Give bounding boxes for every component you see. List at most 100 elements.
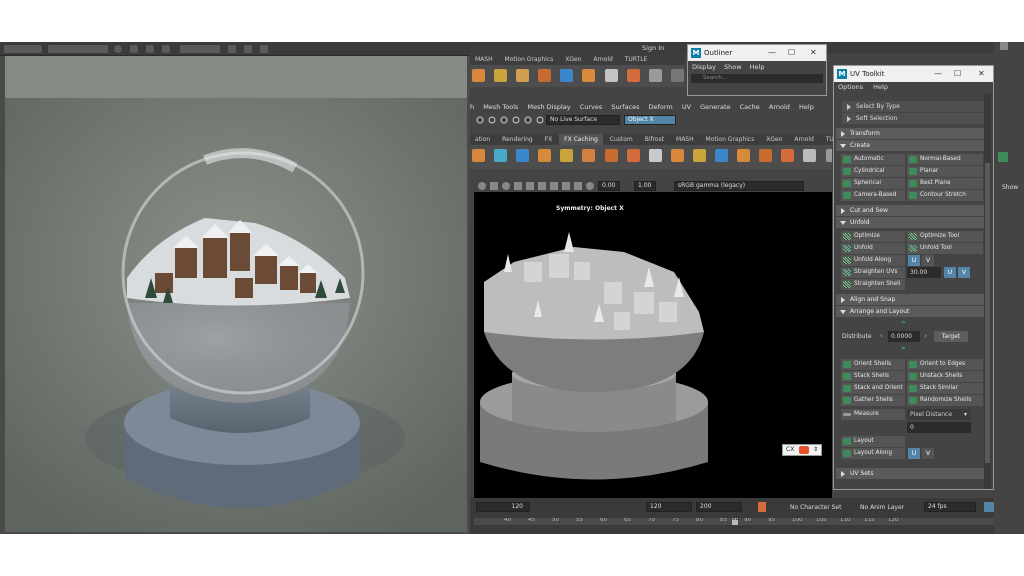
unfold-section[interactable]: Unfold — [836, 217, 984, 228]
unfold-along-u-toggle[interactable]: U — [908, 255, 920, 266]
render-toolbar-field[interactable] — [4, 45, 42, 53]
straighten-uvs-button[interactable]: Straighten UVs — [841, 267, 905, 278]
menu-item[interactable]: Arnold — [769, 101, 790, 113]
outliner-search-input[interactable]: Search... — [691, 74, 823, 83]
outliner-menu-item[interactable]: Show — [724, 63, 742, 71]
close-icon[interactable]: ✕ — [978, 66, 985, 82]
shelf-tab[interactable]: Motion Graphics — [500, 54, 559, 65]
menu-item[interactable]: h — [470, 101, 474, 113]
shelf-tool-icon[interactable] — [538, 69, 552, 82]
menu-item[interactable]: Surfaces — [611, 101, 639, 113]
gather-shells-button[interactable]: Gather Shells — [841, 395, 905, 406]
viewport-icon[interactable] — [490, 182, 498, 190]
anim-end-field[interactable]: 200 — [696, 502, 742, 512]
straighten-u-toggle[interactable]: U — [944, 267, 956, 278]
orient-to-edges-button[interactable]: Orient to Edges — [907, 359, 983, 370]
stack-and-orient-button[interactable]: Stack and Orient — [841, 383, 905, 394]
menu-item[interactable]: Generate — [700, 101, 730, 113]
shelf-tab[interactable]: XGen — [761, 134, 787, 145]
transform-section[interactable]: Transform — [836, 128, 984, 139]
measure-button[interactable]: Measure — [841, 409, 905, 420]
minimize-icon[interactable]: — — [768, 45, 776, 61]
render-toolbar-icon[interactable] — [130, 45, 138, 53]
spherical-button[interactable]: Spherical — [841, 178, 905, 189]
stack-shells-button[interactable]: Stack Shells — [841, 371, 905, 382]
character-set-select[interactable]: No Character Set — [790, 504, 841, 511]
shelf-tool-icon[interactable] — [626, 149, 640, 162]
chevron-down-icon[interactable]: ⌄ — [900, 343, 907, 351]
unfold-along-button[interactable]: Unfold Along — [841, 255, 905, 266]
layout-along-v-toggle[interactable]: V — [922, 448, 934, 459]
cx-widget[interactable]: CX ⇕ — [782, 444, 822, 456]
shelf-tool-icon[interactable] — [472, 69, 485, 82]
shelf-tab[interactable]: XGen — [560, 54, 586, 65]
shelf-tool-icon[interactable] — [998, 152, 1008, 162]
loop-icon[interactable] — [984, 502, 994, 512]
best-plane-button[interactable]: Best Plane — [907, 178, 983, 189]
optimize-button[interactable]: Optimize — [841, 231, 905, 242]
maximize-icon[interactable]: ☐ — [788, 45, 795, 61]
live-surface-field[interactable]: No Live Surface — [546, 115, 620, 125]
layout-along-u-toggle[interactable]: U — [908, 448, 920, 459]
measure-value-field[interactable]: 0 — [907, 422, 971, 433]
shelf-tool-icon[interactable] — [582, 69, 596, 82]
minimize-icon[interactable]: — — [934, 66, 942, 82]
unfold-button[interactable]: Unfold — [841, 243, 905, 254]
viewport-icon[interactable] — [562, 182, 570, 190]
shelf-tool-icon[interactable] — [516, 149, 530, 162]
shelf-tool-icon[interactable] — [582, 149, 596, 162]
stack-similar-button[interactable]: Stack Similar — [907, 383, 983, 394]
shelf-tool-icon[interactable] — [692, 149, 706, 162]
shelf-tool-icon[interactable] — [626, 69, 640, 82]
uv-sets-section[interactable]: UV Sets — [836, 468, 984, 479]
close-icon[interactable]: ✕ — [810, 45, 817, 61]
render-toolbar-icon[interactable] — [260, 45, 268, 53]
unstack-shells-button[interactable]: Unstack Shells — [907, 371, 983, 382]
shelf-tool-icon[interactable] — [494, 149, 508, 162]
panel-icon[interactable] — [1000, 42, 1008, 50]
shelf-tool-icon[interactable] — [516, 69, 530, 82]
menu-item[interactable]: Mesh Display — [527, 101, 570, 113]
shelf-tool-icon[interactable] — [825, 149, 832, 162]
align-and-snap-section[interactable]: Align and Snap — [836, 294, 984, 305]
render-toolbar-icon[interactable] — [162, 45, 170, 53]
shelf-tool-icon[interactable] — [759, 149, 773, 162]
shelf-tab[interactable]: TURTLE — [620, 54, 653, 65]
layout-button[interactable]: Layout — [841, 436, 905, 447]
target-button[interactable]: Target — [934, 331, 968, 342]
shelf-tab[interactable]: FX — [540, 134, 558, 145]
outliner-titlebar[interactable]: M Outliner — ☐ ✕ — [688, 45, 826, 61]
viewport-icon[interactable] — [538, 182, 546, 190]
chevron-left-icon[interactable]: ‹ — [880, 332, 883, 340]
arrange-and-layout-section[interactable]: Arrange and Layout — [836, 306, 984, 317]
render-toolbar-icon[interactable] — [228, 45, 236, 53]
shelf-tool-icon[interactable] — [781, 149, 795, 162]
menu-item[interactable]: UV — [682, 101, 691, 113]
menu-item[interactable]: Curves — [580, 101, 603, 113]
anim-layer-select[interactable]: No Anim Layer — [860, 504, 904, 511]
render-toolbar-field[interactable] — [180, 45, 220, 53]
measure-mode-select[interactable]: Pixel Distance — [907, 409, 971, 420]
render-toolbar-field[interactable] — [48, 45, 108, 53]
planar-button[interactable]: Planar — [907, 166, 983, 177]
layout-along-button[interactable]: Layout Along — [841, 448, 905, 459]
unfold-tool-button[interactable]: Unfold Tool — [907, 243, 983, 254]
chevron-down-icon[interactable]: ▾ — [964, 411, 967, 418]
cx-spin-icon[interactable]: ⇕ — [813, 445, 818, 455]
shelf-tool-icon[interactable] — [560, 69, 574, 82]
snap-icons[interactable] — [474, 114, 544, 127]
uv-toolkit-scrollbar[interactable] — [984, 93, 991, 489]
menu-item[interactable]: Cache — [740, 101, 760, 113]
soft-selection-section[interactable]: Soft Selection — [842, 113, 984, 124]
uv-menu-item[interactable]: Help — [873, 83, 888, 91]
shelf-tool-icon[interactable] — [737, 149, 751, 162]
shelf-tool-icon[interactable] — [560, 149, 574, 162]
shelf-tab[interactable]: MASH — [470, 54, 498, 65]
shelf-tool-icon[interactable] — [538, 149, 552, 162]
cylindrical-button[interactable]: Cylindrical — [841, 166, 905, 177]
render-toolbar-icon[interactable] — [146, 45, 154, 53]
shelf-tool-icon[interactable] — [604, 69, 618, 82]
key-icon[interactable] — [758, 502, 766, 512]
shelf-tool-icon[interactable] — [648, 149, 662, 162]
shelf-tab[interactable]: Arnold — [789, 134, 818, 145]
